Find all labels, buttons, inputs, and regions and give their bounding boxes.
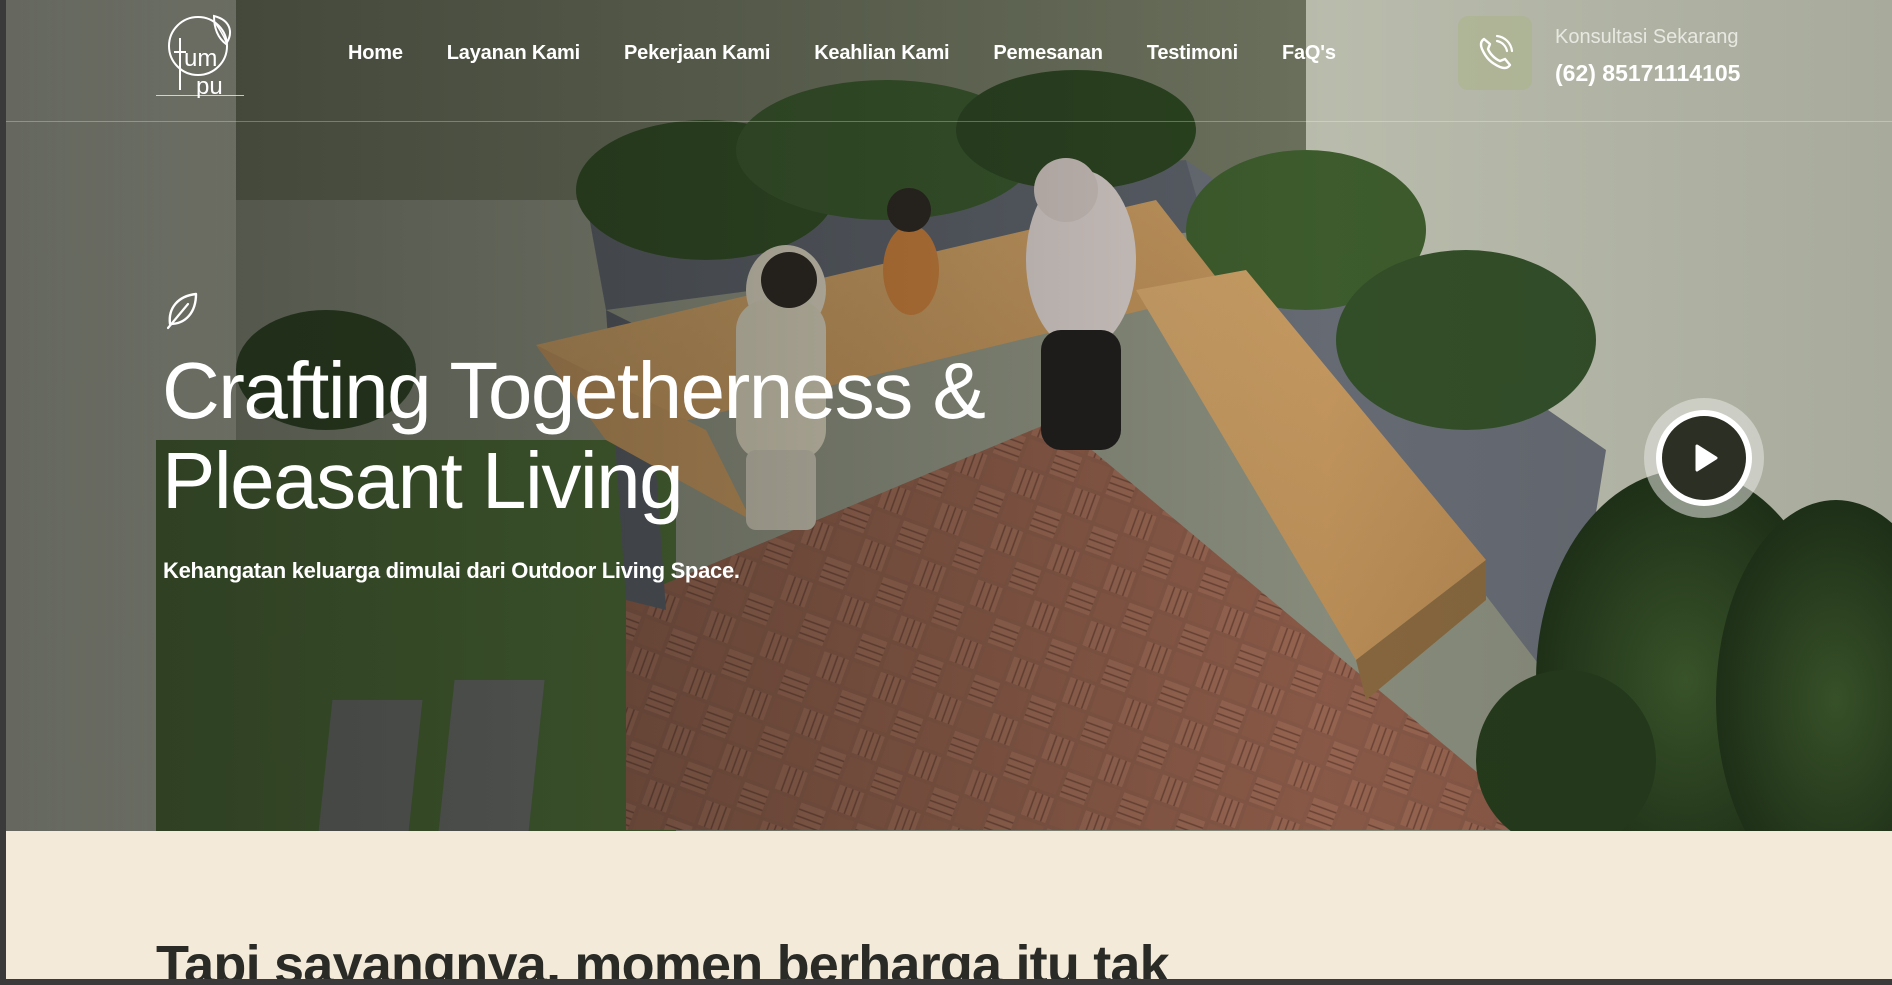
- hero-title-line2: Pleasant Living: [162, 436, 684, 525]
- play-video-button[interactable]: [1644, 398, 1764, 518]
- hero-title-line1: Crafting Togetherness &: [162, 346, 986, 435]
- nav-testimoni[interactable]: Testimoni: [1147, 38, 1238, 68]
- hero-subtitle: Kehangatan keluarga dimulai dari Outdoor…: [163, 558, 740, 583]
- phone-ringing-icon[interactable]: [1458, 16, 1532, 90]
- site-header: um pu Home Layanan Kami Pekerjaan Kami K…: [6, 0, 1892, 122]
- play-button-inner: [1656, 410, 1752, 506]
- brand-logo[interactable]: um pu: [156, 8, 252, 100]
- nav-pekerjaan-kami[interactable]: Pekerjaan Kami: [624, 38, 770, 68]
- intro-section-title: Tapi sayangnya, momen berharga itu tak: [156, 933, 1170, 979]
- intro-title-rest: momen berharga itu tak: [560, 935, 1169, 979]
- nav-layanan-kami[interactable]: Layanan Kami: [447, 38, 580, 68]
- intro-title-bold: Tapi sayangnya,: [156, 935, 561, 979]
- nav-home[interactable]: Home: [348, 38, 403, 68]
- brand-logo-mark: um pu: [168, 14, 231, 100]
- intro-section: Tapi sayangnya, momen berharga itu tak: [6, 831, 1892, 979]
- phone-ringing-icon-graphic: [1479, 34, 1514, 70]
- consult-label: Konsultasi Sekarang: [1555, 26, 1739, 48]
- main-nav: Home Layanan Kami Pekerjaan Kami Keahlia…: [348, 38, 1380, 68]
- hero-title: Crafting Togetherness & Pleasant Living: [162, 346, 1162, 526]
- nav-faq[interactable]: FaQ's: [1282, 38, 1336, 68]
- leaf-icon: [164, 290, 200, 330]
- consult-phone-number[interactable]: (62) 85171114105: [1555, 58, 1740, 88]
- window-frame-bottom: [0, 979, 1892, 985]
- play-icon: [1695, 444, 1718, 472]
- svg-text:um: um: [184, 45, 217, 72]
- nav-keahlian-kami[interactable]: Keahlian Kami: [814, 38, 949, 68]
- hero-section: um pu Home Layanan Kami Pekerjaan Kami K…: [6, 0, 1892, 831]
- logo-underline: [156, 95, 244, 96]
- nav-pemesanan[interactable]: Pemesanan: [993, 38, 1103, 68]
